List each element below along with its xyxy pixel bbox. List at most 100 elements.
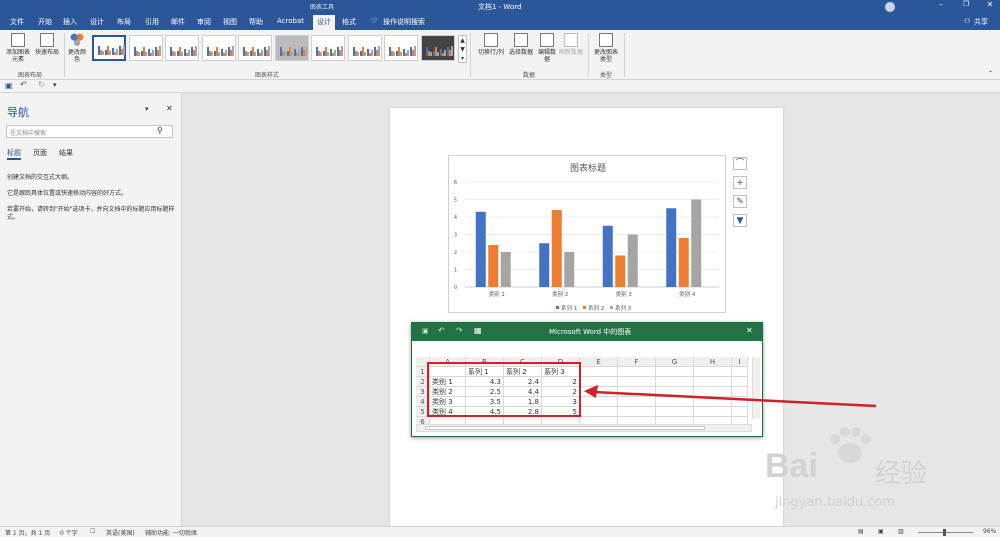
- zoom-slider-thumb[interactable]: [943, 529, 946, 536]
- tab-12[interactable]: 格式: [342, 17, 356, 27]
- column-header[interactable]: G: [656, 357, 694, 367]
- tab-11[interactable]: 设计: [313, 15, 335, 30]
- tab-3[interactable]: 设计: [90, 17, 104, 27]
- collapse-ribbon-icon[interactable]: ⌃: [988, 70, 993, 77]
- sheet-redo-icon[interactable]: ↷: [456, 326, 463, 335]
- nav-help-text-1: 创建文档的交互式大纲。: [7, 174, 74, 181]
- add-chart-element-button[interactable]: 添加图表元素: [4, 33, 32, 63]
- chart-style-thumbnail[interactable]: [347, 35, 382, 61]
- chart-filters-icon[interactable]: ▼: [733, 214, 747, 227]
- legend-entry: 系列 3: [615, 304, 632, 312]
- tab-7[interactable]: 审阅: [197, 17, 211, 27]
- chart-style-thumbnail[interactable]: [311, 35, 345, 61]
- quick-layout-button[interactable]: 快速布局: [33, 33, 61, 56]
- column-header[interactable]: H: [694, 357, 732, 367]
- tab-headings[interactable]: 标题: [7, 148, 21, 158]
- chart-style-thumbnail[interactable]: [274, 35, 309, 61]
- y-tick-label: 3: [454, 233, 457, 239]
- print-layout-icon[interactable]: ▣: [878, 528, 884, 535]
- column-header[interactable]: I: [732, 357, 748, 367]
- chart-style-thumbnail[interactable]: [201, 35, 236, 61]
- sheet-cell[interactable]: [694, 367, 732, 377]
- restore-icon[interactable]: ❐: [960, 0, 972, 14]
- tab-pages[interactable]: 页面: [33, 148, 47, 158]
- bar-系列3-2: [627, 234, 638, 287]
- edit-in-excel-icon[interactable]: ▦: [474, 326, 482, 335]
- watermark-brand2: 经验: [875, 459, 928, 489]
- paw-logo-icon: [830, 427, 871, 463]
- language[interactable]: 英语(美国): [106, 528, 135, 537]
- sheet-close-icon[interactable]: ✕: [746, 326, 753, 335]
- page-count[interactable]: 第 1 页，共 1 页: [5, 528, 50, 537]
- highlight-arrow: [584, 385, 877, 408]
- scrollbar-thumb[interactable]: [425, 426, 705, 430]
- zoom-level[interactable]: 96%: [983, 528, 996, 535]
- column-header[interactable]: F: [618, 357, 656, 367]
- palette-icon: [70, 33, 84, 47]
- tell-me-search[interactable]: 操作说明搜索: [383, 17, 425, 27]
- read-mode-icon[interactable]: ▤: [858, 528, 864, 535]
- refresh-data-button[interactable]: 刷新数据: [559, 33, 583, 56]
- search-input[interactable]: 在文档中搜索 ⚲: [6, 125, 173, 138]
- chart-style-thumbnail[interactable]: [165, 35, 199, 61]
- chart-style-thumbnail[interactable]: [238, 35, 272, 61]
- chart-area[interactable]: 图表标题 0 1 2 3 4 5 6 类别 1 类别 2 类别 3 类别 4 系列 1 系列 2 系列 3: [448, 155, 726, 313]
- accessibility-status[interactable]: 辅助功能: 一切就绪: [145, 528, 197, 537]
- chart-style-thumbnail[interactable]: [384, 35, 418, 61]
- tab-10[interactable]: Acrobat: [277, 17, 304, 25]
- word-count[interactable]: 0 个字: [60, 528, 78, 537]
- tab-5[interactable]: 引用: [145, 17, 159, 27]
- close-window-icon[interactable]: ✕: [984, 0, 996, 14]
- x-tick-label: 类别 4: [679, 290, 696, 298]
- search-icon[interactable]: ⚲: [157, 126, 163, 135]
- avatar[interactable]: [885, 2, 895, 12]
- y-tick-label: 5: [454, 198, 457, 204]
- tab-9[interactable]: 帮助: [249, 17, 263, 27]
- tab-0[interactable]: 文件: [10, 17, 24, 27]
- pane-options-icon[interactable]: ▾: [145, 105, 149, 113]
- sheet-cell[interactable]: [580, 367, 618, 377]
- chart-style-thumbnail[interactable]: [420, 35, 455, 61]
- tab-2[interactable]: 插入: [63, 17, 77, 27]
- horizontal-scrollbar[interactable]: [416, 424, 752, 432]
- proofing-icon[interactable]: ☐: [90, 528, 95, 535]
- web-layout-icon[interactable]: ▥: [898, 528, 904, 535]
- active-tab-indicator: [7, 158, 21, 160]
- tab-4[interactable]: 布局: [117, 17, 131, 27]
- chart-elements-icon[interactable]: +: [733, 176, 747, 189]
- change-chart-type-button[interactable]: 更改图表类型: [592, 33, 620, 63]
- tab-6[interactable]: 邮件: [171, 17, 185, 27]
- share-person-icon[interactable]: ⚇: [964, 17, 970, 25]
- sheet-save-icon[interactable]: ▣: [422, 327, 429, 335]
- sheet-undo-icon[interactable]: ↶: [438, 326, 445, 335]
- share-button[interactable]: 共享: [974, 17, 988, 27]
- select-data-button[interactable]: 选择数据: [507, 33, 535, 56]
- layout-options-icon[interactable]: ⌒: [733, 157, 747, 170]
- sheet-cell[interactable]: [656, 367, 694, 377]
- customize-toolbar-icon[interactable]: ▾: [53, 81, 57, 89]
- chart-style-thumbnail[interactable]: [128, 35, 163, 61]
- title-bar: 图表工具 文档1 - Word – ❐ ✕: [0, 0, 1000, 14]
- bar-系列2-2: [615, 255, 626, 287]
- legend-entry: 系列 1: [561, 304, 577, 312]
- chart-layout-group-label: 图表布局: [18, 72, 43, 79]
- close-pane-icon[interactable]: ✕: [166, 104, 173, 113]
- minimize-icon[interactable]: –: [935, 0, 947, 14]
- redo-icon[interactable]: ↻: [38, 80, 45, 89]
- change-colors-button[interactable]: 更改颜色: [66, 33, 88, 63]
- tab-results[interactable]: 结果: [59, 148, 73, 158]
- tab-1[interactable]: 开始: [38, 17, 52, 27]
- edit-data-button[interactable]: 编辑数据: [536, 33, 558, 63]
- sheet-cell[interactable]: [618, 367, 656, 377]
- search-placeholder: 在文档中搜索: [10, 130, 47, 137]
- save-icon[interactable]: ▣: [5, 81, 13, 90]
- sheet-cell[interactable]: [732, 367, 748, 377]
- switch-row-column-button[interactable]: 切换行/列: [476, 33, 506, 56]
- gallery-scroll-icon[interactable]: ▲ ▼ ▾: [458, 35, 467, 63]
- lightbulb-icon[interactable]: ♡: [371, 17, 377, 25]
- column-header[interactable]: E: [580, 357, 618, 367]
- chart-style-thumbnail[interactable]: [92, 35, 126, 61]
- undo-icon[interactable]: ↶: [20, 80, 27, 89]
- tab-8[interactable]: 视图: [223, 17, 237, 27]
- chart-styles-brush-icon[interactable]: ✎: [733, 195, 747, 208]
